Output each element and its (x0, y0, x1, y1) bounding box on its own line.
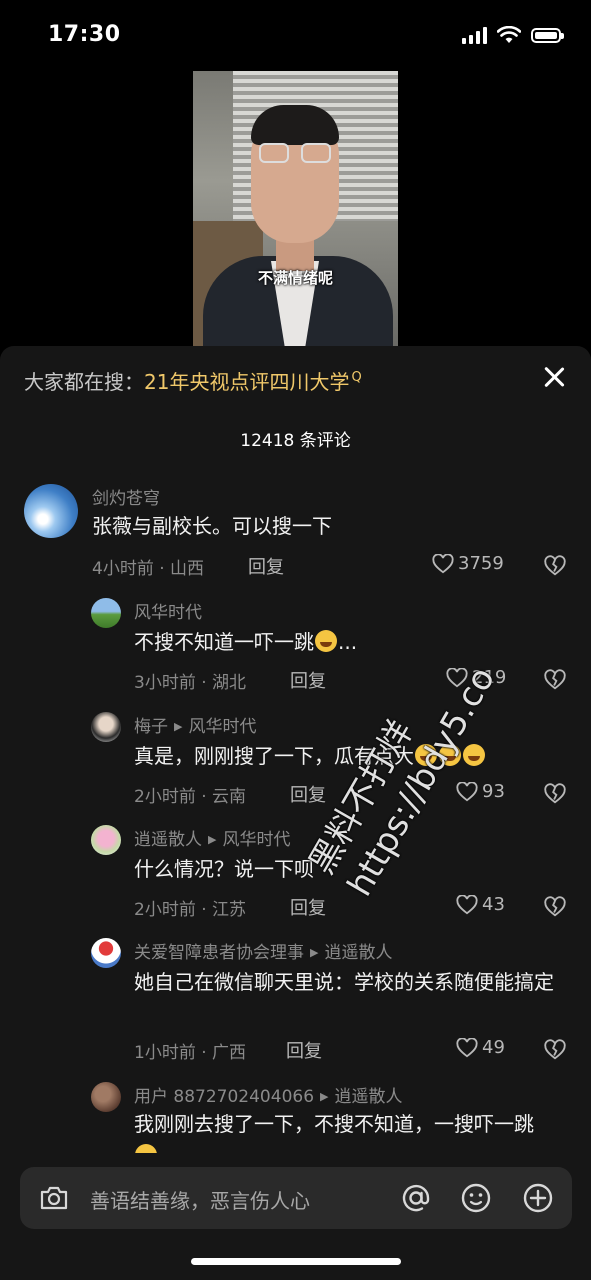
signal-icon (462, 26, 487, 44)
battery-icon (531, 27, 564, 43)
status-icons (462, 26, 564, 44)
comment-username: 关爱智障患者协会理事 ▶ 逍遥散人 (134, 943, 393, 963)
reply-item: 关爱智障患者协会理事 ▶ 逍遥散人 她自己在微信聊天里说：学校的关系随便能搞定 1小… (0, 934, 591, 1076)
like-count: 219 (472, 667, 507, 688)
heart-icon (456, 1037, 478, 1057)
comment-username: 逍遥散人 ▶ 风华时代 (134, 830, 291, 850)
reply-item: 逍遥散人 ▶ 风华时代 什么情况？说一下呗 2小时前 · 江苏 回复 43 (0, 821, 591, 931)
heart-icon (456, 894, 478, 914)
comment-text: 不搜不知道一吓一跳... (134, 630, 358, 654)
at-mention-icon[interactable] (400, 1182, 432, 1214)
status-time: 17:30 (48, 22, 121, 47)
laughing-emoji-icon (315, 630, 337, 652)
heart-icon (456, 781, 478, 801)
comment-username[interactable]: 风华时代 (134, 598, 202, 623)
laughing-emoji-icon (463, 744, 485, 766)
add-icon[interactable] (522, 1182, 554, 1214)
glasses (259, 143, 333, 165)
avatar[interactable] (91, 1082, 121, 1112)
comment-input[interactable]: 善语结善缘，恶言伤人心 (20, 1167, 572, 1229)
like-button[interactable]: 43 (456, 894, 505, 915)
reply-button[interactable]: 回复 (290, 667, 326, 693)
like-button[interactable]: 219 (446, 667, 506, 688)
like-count: 93 (482, 781, 505, 802)
comment-username: 梅子 ▶ 风华时代 (134, 717, 257, 737)
search-suggestion[interactable]: 大家都在搜：21年央视点评四川大学 Q (24, 366, 362, 395)
like-count: 43 (482, 894, 505, 915)
dislike-icon[interactable] (544, 669, 566, 691)
reply-button[interactable]: 回复 (286, 1037, 322, 1063)
video-player[interactable]: 不满情绪呢 (193, 71, 398, 346)
comment-meta: 2小时前 · 江苏 (134, 900, 247, 920)
dislike-icon[interactable] (544, 783, 566, 805)
reply-button[interactable]: 回复 (290, 781, 326, 807)
reply-button[interactable]: 回复 (290, 894, 326, 920)
emoji-icon[interactable] (460, 1182, 492, 1214)
reply-item: 风华时代 不搜不知道一吓一跳... 3小时前 · 湖北 回复 219 (0, 594, 591, 704)
heart-icon (446, 667, 468, 687)
wifi-icon (497, 26, 521, 43)
avatar[interactable] (91, 598, 121, 628)
reply-button[interactable]: 回复 (248, 553, 284, 579)
dislike-icon[interactable] (544, 896, 566, 918)
status-bar: 17:30 (0, 0, 591, 70)
reply-item: 用户 8872702404066 ▶ 逍遥散人 我刚刚去搜了一下，不搜不知道，一搜吓… (0, 1078, 591, 1166)
search-icon: Q (351, 370, 362, 386)
dislike-icon[interactable] (544, 555, 566, 577)
like-button[interactable]: 93 (456, 781, 505, 802)
reply-arrow-icon: ▶ (310, 946, 319, 959)
comment-text: 真是，刚刚搜了一下，瓜有点大 (134, 740, 574, 772)
comment-meta: 2小时前 · 云南 (134, 787, 247, 807)
laughing-emoji-icon (415, 744, 437, 766)
avatar[interactable] (91, 938, 121, 968)
comment-count: 12418 条评论 (240, 431, 351, 451)
comment-meta: 4小时前 · 山西 (92, 559, 205, 579)
comment-username[interactable]: 剑灼苍穹 (92, 484, 160, 509)
camera-icon[interactable] (38, 1182, 70, 1214)
like-button[interactable]: 3759 (432, 553, 504, 574)
avatar[interactable] (24, 484, 78, 538)
dislike-icon[interactable] (544, 1039, 566, 1061)
reply-arrow-icon: ▶ (174, 720, 183, 733)
search-suggestion-keyword[interactable]: 21年央视点评四川大学 (144, 370, 349, 394)
like-button[interactable]: 49 (456, 1037, 505, 1058)
heart-icon (432, 553, 454, 573)
reply-arrow-icon: ▶ (208, 833, 217, 846)
reply-arrow-icon: ▶ (320, 1090, 329, 1103)
close-button[interactable] (541, 364, 567, 390)
home-indicator[interactable] (191, 1258, 401, 1265)
comment-meta: 1小时前 · 广西 (134, 1043, 247, 1063)
comment-text: 她自己在微信聊天里说：学校的关系随便能搞定 (134, 970, 554, 994)
like-count: 3759 (458, 553, 504, 574)
comment-sheet: 大家都在搜：21年央视点评四川大学 Q 12418 条评论 剑灼苍穹 张薇与副校长… (0, 346, 591, 1280)
avatar[interactable] (91, 825, 121, 855)
reply-item: 梅子 ▶ 风华时代 真是，刚刚搜了一下，瓜有点大 2小时前 · 云南 回复 93 (0, 708, 591, 818)
comment-input-placeholder: 善语结善缘，恶言伤人心 (90, 1189, 310, 1213)
avatar[interactable] (91, 712, 121, 742)
comment-username: 用户 8872702404066 ▶ 逍遥散人 (134, 1087, 403, 1107)
search-suggestion-prefix: 大家都在搜： (24, 370, 144, 394)
comment-text: 什么情况？说一下呗 (134, 857, 314, 881)
like-count: 49 (482, 1037, 505, 1058)
video-subtitle: 不满情绪呢 (257, 269, 333, 287)
comment-meta: 3小时前 · 湖北 (134, 673, 247, 693)
laughing-emoji-icon (439, 744, 461, 766)
comment-item: 剑灼苍穹 张薇与副校长。可以搜一下 4小时前 · 山西 回复 3759 (0, 480, 591, 590)
comment-text: 张薇与副校长。可以搜一下 (92, 514, 332, 538)
